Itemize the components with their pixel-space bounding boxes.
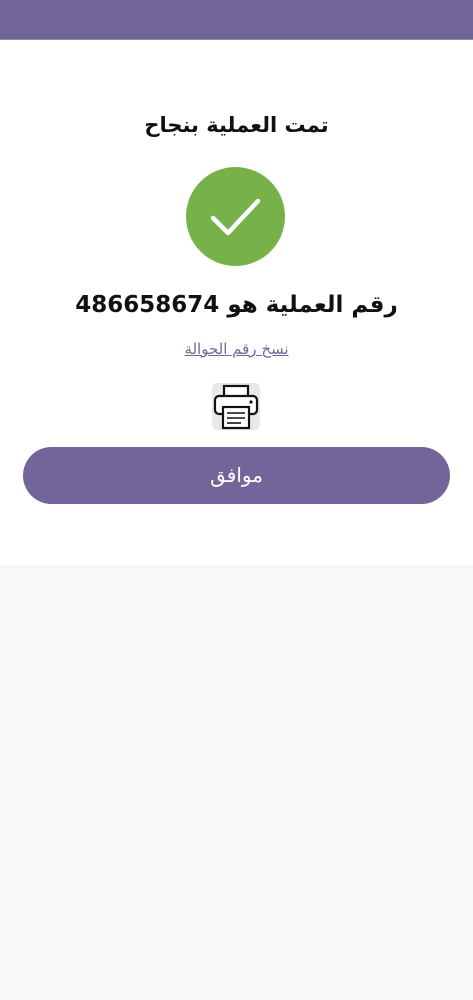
top-app-bar bbox=[0, 0, 473, 40]
ok-button[interactable]: موافق bbox=[23, 447, 450, 504]
copy-transfer-number-link[interactable]: نسخ رقم الحوالة bbox=[0, 340, 473, 358]
printer-icon bbox=[213, 384, 259, 430]
success-title: تمت العملية بنجاح bbox=[144, 113, 329, 137]
transaction-number-value: 486658674 bbox=[75, 292, 220, 318]
transaction-number-line: رقم العملية هو 486658674 bbox=[0, 292, 473, 318]
check-circle-icon bbox=[186, 167, 285, 266]
print-button[interactable] bbox=[212, 383, 260, 430]
transaction-number-label: رقم العملية هو bbox=[227, 292, 398, 318]
